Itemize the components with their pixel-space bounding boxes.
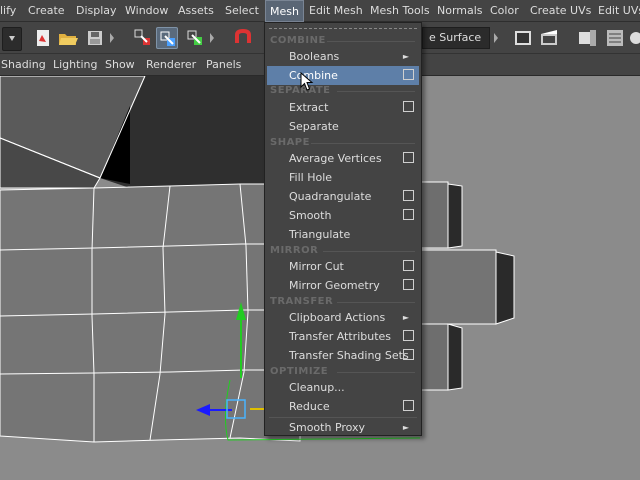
section-divider [337,91,415,92]
menu-item-clipboard-actions[interactable]: Clipboard Actions ► [267,308,419,327]
option-box-icon[interactable] [403,260,414,271]
menu-item-label: Fill Hole [289,171,333,184]
menu-item-cleanup[interactable]: Cleanup... [267,378,419,397]
menu-item-extract[interactable]: Extract [267,98,419,117]
ipr-render-icon[interactable] [576,27,598,49]
menu-edit-mesh[interactable]: Edit Mesh [309,0,363,22]
section-divider [311,143,415,144]
mesh-dropdown-menu: COMBINE Booleans ► Combine SEPARATE Extr… [264,22,422,436]
menu-item-label: Quadrangulate [289,190,372,203]
menu-item-label: Reduce [289,400,330,413]
menu-item-label: Smooth [289,209,332,222]
select-hierarchy-icon[interactable] [132,27,154,49]
menu-edit-uvs[interactable]: Edit UVs [598,0,640,22]
option-box-icon[interactable] [403,349,414,360]
select-component-icon[interactable] [184,27,206,49]
new-scene-icon[interactable] [32,27,54,49]
option-box-icon[interactable] [403,330,414,341]
menu-item-separate[interactable]: Separate [267,117,419,136]
toolbar-separator-arrow-icon[interactable] [492,27,500,49]
tear-off-line[interactable] [269,28,417,29]
menu-item-label: Booleans [289,50,340,63]
menu-display[interactable]: Display [76,0,117,22]
option-box-icon[interactable] [403,209,414,220]
toolbar-separator-arrow-icon[interactable] [108,27,116,49]
save-scene-icon[interactable] [84,27,106,49]
render-frame-icon[interactable] [538,27,560,49]
section-shape: SHAPE [270,137,310,148]
menu-item-transfer-attributes[interactable]: Transfer Attributes [267,327,419,346]
section-divider [337,372,415,373]
menu-normals[interactable]: Normals [437,0,483,22]
menu-item-triangulate[interactable]: Triangulate [267,225,419,244]
menu-item-combine[interactable]: Combine [267,66,419,85]
menu-item-reduce[interactable]: Reduce [267,397,419,416]
menu-item-label: Extract [289,101,329,114]
select-object-icon[interactable] [156,27,178,49]
menu-item-smooth[interactable]: Smooth [267,206,419,225]
render-settings-icon[interactable] [604,27,626,49]
menu-create[interactable]: Create [28,0,65,22]
section-combine: COMBINE [270,35,326,46]
menu-color[interactable]: Color [490,0,519,22]
panel-menu-show[interactable]: Show [105,54,135,76]
panel-menu-lighting[interactable]: Lighting [53,54,97,76]
section-divider [327,41,415,42]
menu-assets[interactable]: Assets [178,0,214,22]
menu-item-label: Separate [289,120,339,133]
panel-menu-shading[interactable]: Shading [1,54,46,76]
menu-mesh-tools[interactable]: Mesh Tools [370,0,430,22]
menu-modify[interactable]: lify [0,0,16,22]
toolbar-separator-arrow-icon[interactable] [208,27,216,49]
menu-item-label: Cleanup... [289,381,345,394]
menu-item-label: Triangulate [289,228,351,241]
menu-item-label: Average Vertices [289,152,382,165]
option-box-icon[interactable] [403,152,414,163]
menu-item-label: Mirror Geometry [289,279,380,292]
menu-item-label: Transfer Shading Sets [289,349,409,362]
menu-item-quadrangulate[interactable]: Quadrangulate [267,187,419,206]
section-divider [337,302,415,303]
option-box-icon[interactable] [403,101,414,112]
submenu-arrow-icon: ► [402,423,409,432]
mouse-pointer-icon [300,72,314,91]
menu-item-label: Clipboard Actions [289,311,386,324]
section-transfer: TRANSFER [270,296,334,307]
option-box-icon[interactable] [403,190,414,201]
menu-select[interactable]: Select [225,0,259,22]
panel-menu-panels[interactable]: Panels [206,54,241,76]
menu-mesh[interactable]: Mesh [265,0,304,22]
submenu-arrow-icon: ► [402,52,409,61]
menu-item-label: Smooth Proxy [289,421,366,434]
menu-window[interactable]: Window [125,0,168,22]
menu-item-transfer-shading-sets[interactable]: Transfer Shading Sets [267,346,419,365]
quick-select-field[interactable]: e Surface [422,27,490,49]
mode-dropdown[interactable] [2,27,22,51]
snap-to-grid-icon[interactable] [232,27,254,49]
menu-item-label: Mirror Cut [289,260,344,273]
menu-item-mirror-geometry[interactable]: Mirror Geometry [267,276,419,295]
hypershade-icon[interactable] [628,27,640,49]
section-mirror: MIRROR [270,245,319,256]
panel-menu-renderer[interactable]: Renderer [146,54,196,76]
submenu-arrow-icon: ► [402,313,409,322]
menu-item-average-vertices[interactable]: Average Vertices [267,149,419,168]
section-divider [323,251,415,252]
menu-item-mirror-cut[interactable]: Mirror Cut [267,257,419,276]
menu-item-booleans[interactable]: Booleans ► [267,47,419,66]
main-menubar: lify Create Display Window Assets Select… [0,0,640,22]
option-box-icon[interactable] [403,400,414,411]
option-box-icon[interactable] [403,69,414,80]
menu-item-label: Transfer Attributes [289,330,392,343]
render-view-icon[interactable] [512,27,534,49]
open-scene-icon[interactable] [57,27,79,49]
option-box-icon[interactable] [403,279,414,290]
menu-create-uvs[interactable]: Create UVs [530,0,591,22]
menu-item-smooth-proxy[interactable]: Smooth Proxy ► [267,418,419,437]
section-optimize: OPTIMIZE [270,366,329,377]
menu-item-fill-hole[interactable]: Fill Hole [267,168,419,187]
